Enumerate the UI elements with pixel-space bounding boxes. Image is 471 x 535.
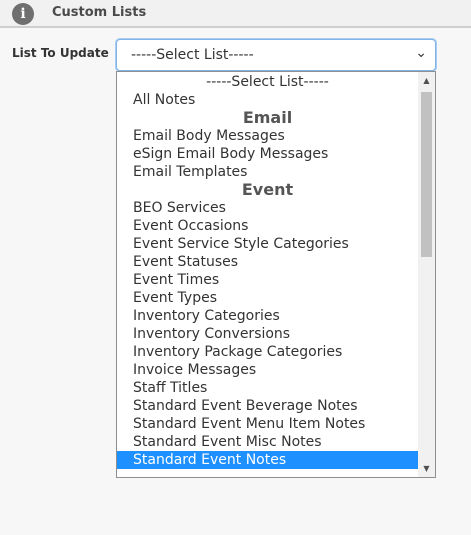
dropdown-option[interactable]: Inventory Package Categories (117, 343, 418, 361)
list-to-update-label: List To Update (12, 46, 109, 60)
dropdown-option[interactable]: Email Templates (117, 163, 418, 181)
scroll-up-arrow-icon[interactable]: ▲ (418, 72, 435, 89)
dropdown-option[interactable]: Standard Event Menu Item Notes (117, 415, 418, 433)
select-value: -----Select List----- (131, 47, 254, 63)
page: i Custom Lists List To Update -----Selec… (0, 0, 471, 535)
dropdown-option[interactable]: Standard Event Misc Notes (117, 433, 418, 451)
dropdown-option[interactable]: Inventory Categories (117, 307, 418, 325)
dropdown-option[interactable]: -----Select List----- (117, 73, 418, 91)
dropdown-options: -----Select List----- All Notes Email Email… (117, 73, 418, 469)
dropdown-option[interactable]: Email Body Messages (117, 127, 418, 145)
info-icon: i (12, 3, 34, 25)
dropdown-option[interactable]: Event Statuses (117, 253, 418, 271)
dropdown-scrollbar[interactable]: ▲ ▼ (418, 72, 435, 477)
scroll-thumb[interactable] (421, 92, 432, 257)
dropdown-option[interactable]: Standard Event Notes (117, 451, 418, 469)
dropdown-option[interactable]: BEO Services (117, 199, 418, 217)
section-header: i Custom Lists (0, 0, 471, 28)
dropdown-option[interactable]: Event Service Style Categories (117, 235, 418, 253)
dropdown-option[interactable]: Invoice Messages (117, 361, 418, 379)
optgroup-label: Email (242, 108, 293, 127)
dropdown-option[interactable]: Standard Event Beverage Notes (117, 397, 418, 415)
dropdown-option[interactable]: Event Occasions (117, 217, 418, 235)
dropdown-option[interactable]: All Notes (117, 91, 418, 109)
optgroup-label: Event (241, 180, 294, 199)
dropdown-option[interactable]: Event Times (117, 271, 418, 289)
list-dropdown[interactable]: -----Select List----- All Notes Email Email… (116, 71, 436, 478)
scroll-down-arrow-icon[interactable]: ▼ (418, 460, 435, 477)
dropdown-option[interactable]: Staff Titles (117, 379, 418, 397)
page-title: Custom Lists (52, 5, 147, 20)
list-select[interactable]: -----Select List----- ⌄ (116, 39, 436, 71)
dropdown-option[interactable]: eSign Email Body Messages (117, 145, 418, 163)
chevron-down-icon: ⌄ (415, 45, 427, 61)
dropdown-option[interactable]: Inventory Conversions (117, 325, 418, 343)
dropdown-option[interactable]: Event Types (117, 289, 418, 307)
